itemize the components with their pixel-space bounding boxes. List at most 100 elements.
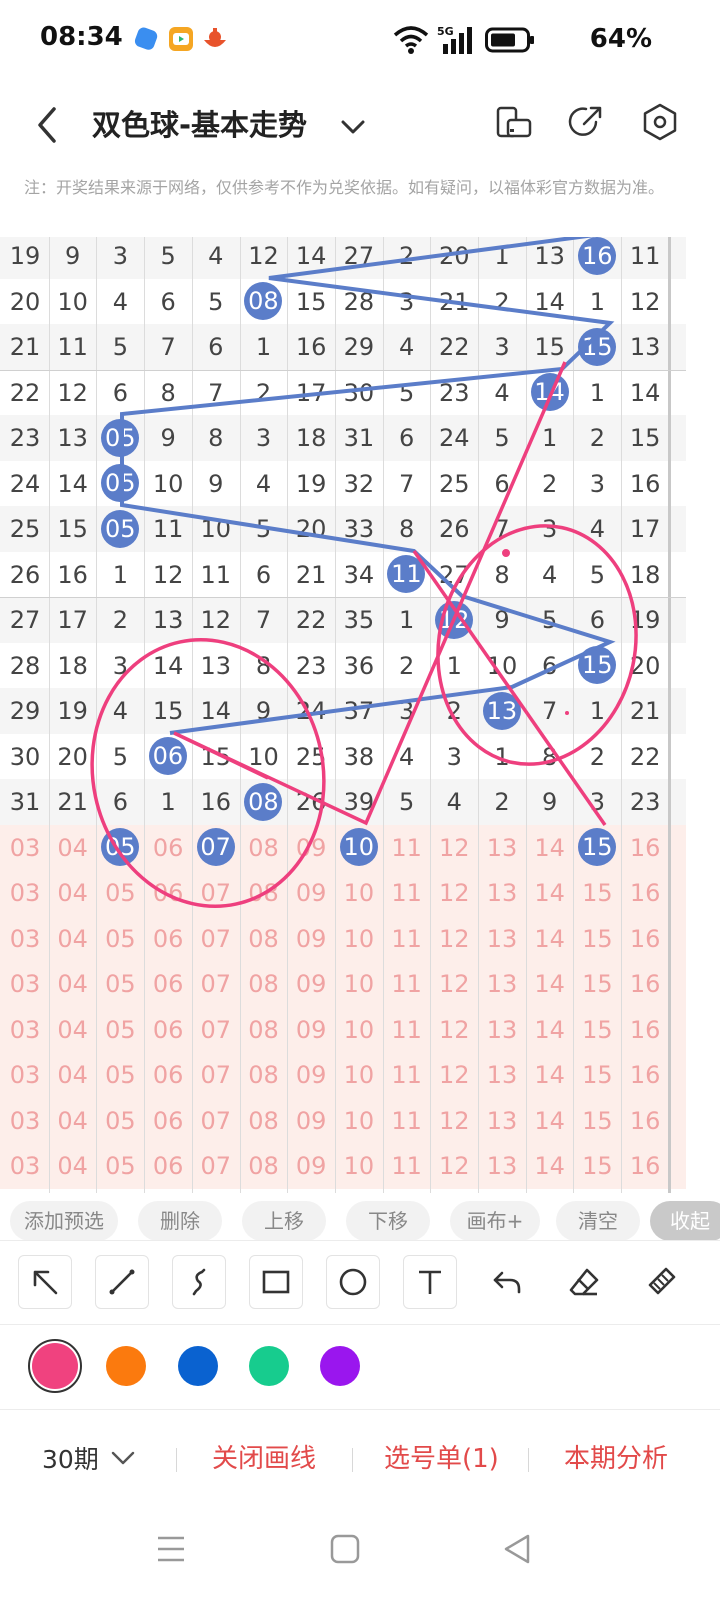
selectable-number-cell[interactable]: 09 (287, 1143, 335, 1189)
trend-chart[interactable]: 19 9 3 5 4 12 14 27 2 20 1 13 11 20 10 4 6 5 15 28 3 21 2 14 1 12… (0, 237, 720, 1193)
selectable-number-cell[interactable]: 03 (1, 1052, 49, 1098)
selectable-number-cell[interactable]: 12 (430, 1143, 478, 1189)
selectable-number-cell[interactable]: 12 (430, 870, 478, 916)
selectable-number-cell[interactable]: 10 (335, 1098, 383, 1144)
circle-icon[interactable] (326, 1255, 380, 1309)
selectable-number-cell[interactable]: 09 (287, 961, 335, 1007)
selectable-number-cell[interactable]: 07 (192, 870, 240, 916)
delete-chip[interactable]: 删除 (138, 1201, 222, 1241)
selectable-number-cell[interactable]: 04 (49, 870, 97, 916)
selectable-number-cell[interactable]: 11 (383, 825, 431, 871)
freehand-icon[interactable] (172, 1255, 226, 1309)
selectable-number-cell[interactable]: 13 (478, 916, 526, 962)
selectable-number-cell[interactable]: 05 (96, 916, 144, 962)
text-icon[interactable] (403, 1255, 457, 1309)
chevron-down-icon[interactable] (336, 110, 370, 144)
selectable-number-cell[interactable]: 16 (621, 1098, 669, 1144)
close-drawing-button[interactable]: 关闭画线 (212, 1438, 316, 1475)
selectable-number-cell[interactable]: 10 (335, 1052, 383, 1098)
selectable-number-cell[interactable]: 15 (573, 916, 621, 962)
selectable-number-cell[interactable]: 06 (144, 870, 192, 916)
period-selector[interactable]: 30期 (42, 1440, 99, 1476)
selectable-number-cell[interactable]: 03 (1, 825, 49, 871)
rectangle-icon[interactable] (249, 1255, 303, 1309)
selectable-number-cell[interactable]: 05 (96, 1007, 144, 1053)
selectable-number-cell[interactable]: 15 (573, 1052, 621, 1098)
selectable-number-cell[interactable]: 14 (526, 825, 574, 871)
selectable-number-cell[interactable]: 09 (287, 1098, 335, 1144)
selected-number-ball[interactable]: 10 (339, 828, 378, 867)
selectable-number-cell[interactable]: 14 (526, 870, 574, 916)
selectable-number-cell[interactable]: 12 (430, 825, 478, 871)
selectable-number-cell[interactable]: 08 (240, 1007, 288, 1053)
eraser-icon[interactable] (557, 1255, 611, 1309)
add-preselect-chip[interactable]: 添加预选 (10, 1201, 118, 1241)
selectable-number-cell[interactable]: 15 (573, 870, 621, 916)
selectable-number-cell[interactable]: 08 (240, 1098, 288, 1144)
selectable-number-cell[interactable]: 13 (478, 870, 526, 916)
selectable-number-cell[interactable]: 13 (478, 1052, 526, 1098)
selectable-number-cell[interactable]: 14 (526, 1052, 574, 1098)
selectable-number-cell[interactable]: 12 (430, 1007, 478, 1053)
selectable-number-cell[interactable]: 05 (96, 1052, 144, 1098)
chevron-down-icon[interactable] (108, 1446, 138, 1470)
selectable-number-cell[interactable]: 12 (430, 1098, 478, 1144)
selectable-number-cell[interactable]: 11 (383, 870, 431, 916)
selectable-number-cell[interactable]: 04 (49, 825, 97, 871)
selectable-number-cell[interactable]: 04 (49, 916, 97, 962)
current-analysis-button[interactable]: 本期分析 (564, 1438, 668, 1475)
selectable-number-cell[interactable]: 05 (96, 870, 144, 916)
selectable-number-cell[interactable]: 14 (526, 1007, 574, 1053)
selectable-number-cell[interactable]: 11 (383, 1143, 431, 1189)
selectable-number-cell[interactable]: 11 (383, 1007, 431, 1053)
selectable-number-cell[interactable]: 04 (49, 1098, 97, 1144)
canvas-add-chip[interactable]: 画布+ (450, 1201, 540, 1241)
selectable-number-cell[interactable]: 07 (192, 1052, 240, 1098)
selectable-number-cell[interactable]: 12 (430, 1052, 478, 1098)
selectable-number-cell[interactable]: 16 (621, 1052, 669, 1098)
selectable-number-cell[interactable]: 16 (621, 825, 669, 871)
selectable-number-cell[interactable]: 10 (335, 961, 383, 1007)
back-nav-icon[interactable] (500, 1532, 534, 1566)
selectable-number-cell[interactable]: 08 (240, 825, 288, 871)
selectable-number-cell[interactable]: 11 (383, 916, 431, 962)
selectable-number-cell[interactable]: 15 (573, 1007, 621, 1053)
collapse-chip[interactable]: 收起 (650, 1201, 720, 1241)
selectable-number-cell[interactable]: 06 (144, 1052, 192, 1098)
selectable-number-cell[interactable]: 14 (526, 961, 574, 1007)
selectable-number-cell[interactable]: 07 (192, 961, 240, 1007)
selectable-number-cell[interactable]: 06 (144, 1143, 192, 1189)
selectable-number-cell[interactable]: 10 (335, 870, 383, 916)
selectable-number-cell[interactable]: 06 (144, 916, 192, 962)
selectable-number-cell[interactable]: 04 (49, 961, 97, 1007)
selectable-number-cell[interactable]: 16 (621, 916, 669, 962)
share-icon[interactable] (566, 102, 606, 142)
selectable-number-cell[interactable]: 03 (1, 1143, 49, 1189)
settings-hexagon-icon[interactable] (640, 102, 680, 142)
selectable-number-cell[interactable]: 07 (192, 916, 240, 962)
selectable-number-cell[interactable]: 06 (144, 1098, 192, 1144)
pointer-arrow-icon[interactable] (18, 1255, 72, 1309)
color-swatch-pink[interactable] (28, 1339, 82, 1393)
menu-nav-icon[interactable] (154, 1532, 188, 1566)
undo-icon[interactable] (480, 1255, 534, 1309)
clear-brush-icon[interactable] (634, 1255, 688, 1309)
selected-number-ball[interactable]: 07 (196, 828, 235, 867)
selectable-number-cell[interactable]: 13 (478, 961, 526, 1007)
selectable-number-cell[interactable]: 06 (144, 825, 192, 871)
selectable-number-cell[interactable]: 09 (287, 1007, 335, 1053)
selectable-number-cell[interactable]: 03 (1, 1098, 49, 1144)
selectable-number-cell[interactable]: 03 (1, 916, 49, 962)
home-nav-icon[interactable] (328, 1532, 362, 1566)
selectable-number-cell[interactable]: 14 (526, 1143, 574, 1189)
selectable-number-cell[interactable]: 08 (240, 961, 288, 1007)
selectable-number-cell[interactable]: 13 (478, 1098, 526, 1144)
selectable-number-cell[interactable]: 13 (478, 1143, 526, 1189)
selectable-number-cell[interactable]: 08 (240, 1143, 288, 1189)
color-swatch-blue[interactable] (178, 1346, 218, 1386)
selectable-number-cell[interactable]: 13 (478, 1007, 526, 1053)
selectable-number-cell[interactable]: 05 (96, 1143, 144, 1189)
selectable-number-cell[interactable]: 07 (192, 1143, 240, 1189)
selectable-number-cell[interactable]: 14 (526, 1098, 574, 1144)
selectable-number-cell[interactable]: 11 (383, 961, 431, 1007)
